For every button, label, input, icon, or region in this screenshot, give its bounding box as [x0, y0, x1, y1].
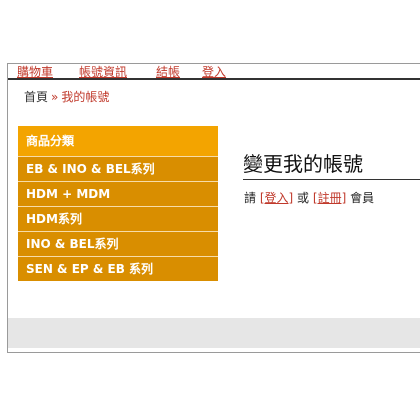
login-link[interactable]: [登入] — [260, 191, 293, 205]
login-message: 請 [登入] 或 [註冊] 會員 — [244, 189, 374, 206]
nav-cart-link[interactable]: 購物車 — [17, 65, 53, 79]
nav-account-info-link[interactable]: 帳號資訊 — [79, 65, 127, 79]
footer-bar — [8, 318, 420, 348]
sidebar-item-hdm-mdm[interactable]: HDM + MDM — [18, 181, 218, 206]
sidebar-item-ino-bel[interactable]: INO & BEL系列 — [18, 231, 218, 256]
category-sidebar: 商品分類 EB & INO & BEL系列 HDM + MDM HDM系列 IN… — [18, 126, 218, 281]
msg-prefix: 請 — [244, 191, 257, 205]
breadcrumb-home[interactable]: 首頁 — [24, 90, 48, 104]
top-nav: 購物車 帳號資訊 結帳 登入 — [8, 64, 420, 80]
nav-checkout-link[interactable]: 結帳 — [156, 65, 180, 79]
msg-or: 或 — [297, 191, 310, 205]
breadcrumb-current[interactable]: 我的帳號 — [61, 90, 109, 104]
breadcrumb-separator: » — [51, 90, 59, 104]
page-title: 變更我的帳號 — [243, 148, 420, 180]
breadcrumb: 首頁» 我的帳號 — [24, 88, 109, 105]
sidebar-heading: 商品分類 — [18, 126, 218, 156]
sidebar-item-sen-ep-eb[interactable]: SEN & EP & EB 系列 — [18, 256, 218, 281]
nav-login-link[interactable]: 登入 — [202, 65, 226, 79]
msg-suffix: 會員 — [350, 191, 375, 205]
sidebar-item-eb-ino-bel[interactable]: EB & INO & BEL系列 — [18, 156, 218, 181]
register-link[interactable]: [註冊] — [313, 191, 346, 205]
sidebar-item-hdm[interactable]: HDM系列 — [18, 206, 218, 231]
